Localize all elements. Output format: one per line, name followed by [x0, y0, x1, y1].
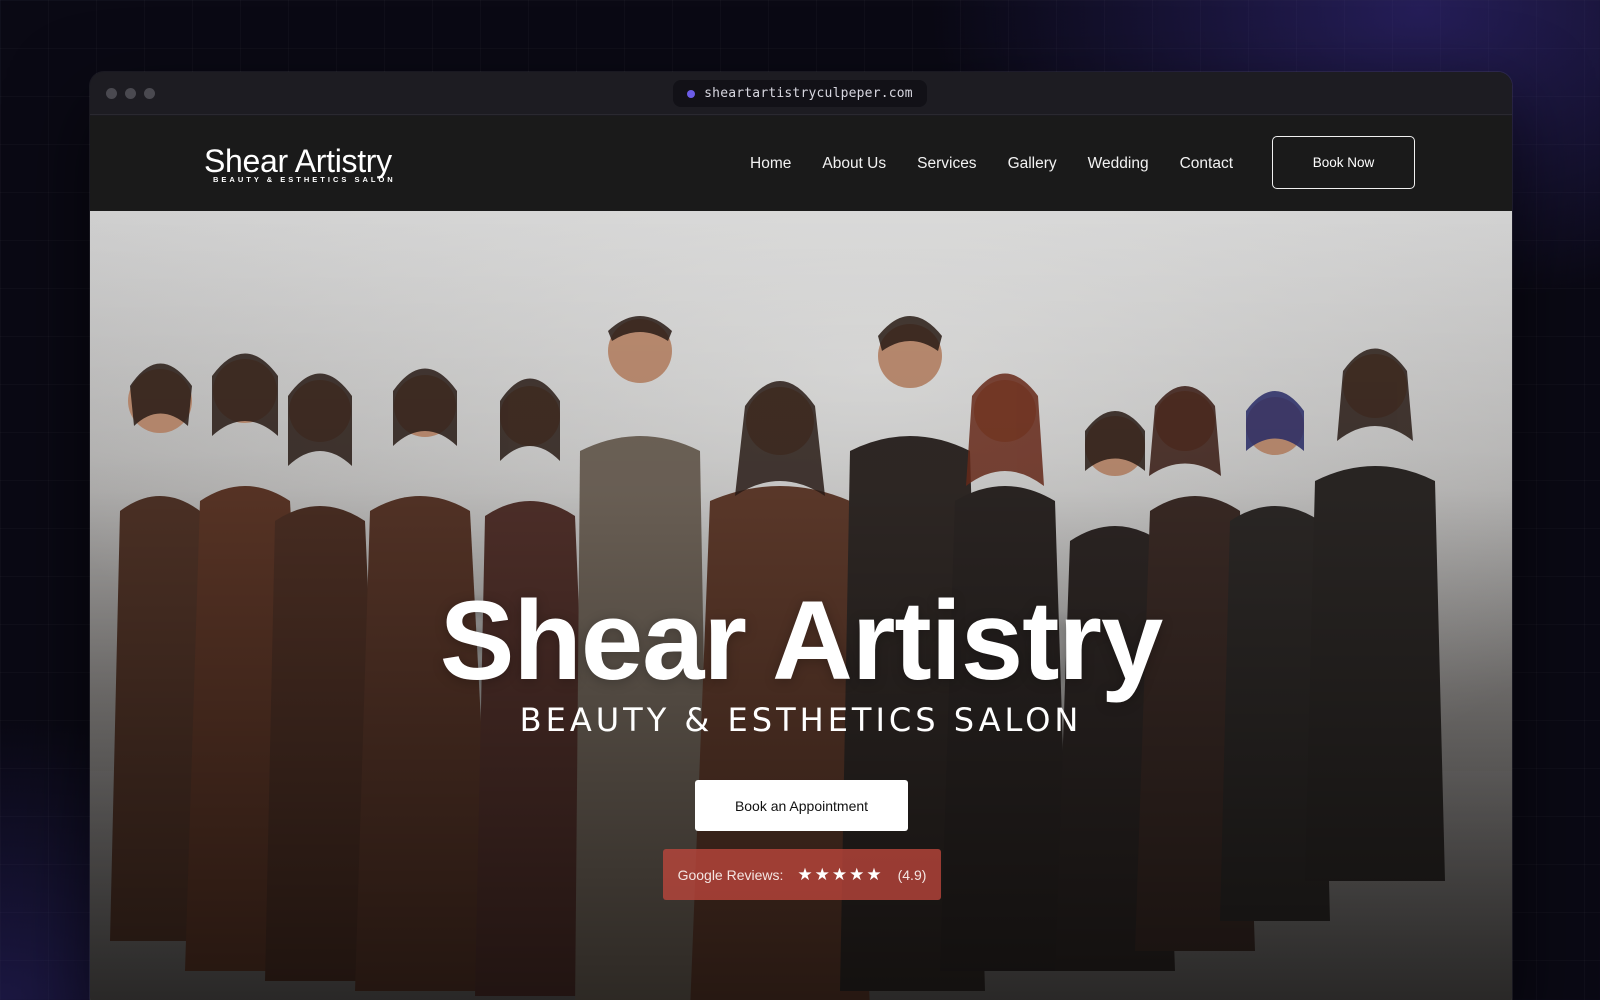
- hero-subtitle: BEAUTY & ESTHETICS SALON: [519, 701, 1083, 739]
- nav-services[interactable]: Services: [917, 155, 976, 173]
- star-rating-icon: ★★★★★: [797, 864, 884, 884]
- hero-title: Shear Artistry: [439, 578, 1164, 703]
- google-reviews-badge[interactable]: Google Reviews: ★★★★★ (4.9): [663, 849, 941, 900]
- minimize-window-dot[interactable]: [125, 88, 136, 99]
- address-bar[interactable]: sheartartistryculpeper.com: [673, 80, 927, 107]
- site-logo[interactable]: Shear Artistry BEAUTY & ESTHETICS SALON: [204, 144, 396, 184]
- book-appointment-button[interactable]: Book an Appointment: [695, 780, 908, 831]
- logo-name: Shear Artistry: [204, 143, 392, 179]
- nav-home[interactable]: Home: [750, 155, 791, 173]
- browser-toolbar: sheartartistryculpeper.com: [90, 72, 1512, 115]
- nav-contact[interactable]: Contact: [1180, 155, 1233, 173]
- site-header: Shear Artistry BEAUTY & ESTHETICS SALON …: [90, 116, 1512, 211]
- main-nav: Home About Us Services Gallery Wedding C…: [750, 116, 1264, 211]
- reviews-label: Google Reviews:: [677, 866, 784, 883]
- nav-gallery[interactable]: Gallery: [1008, 155, 1057, 173]
- window-controls: [106, 88, 155, 99]
- secure-indicator-icon: [687, 89, 696, 98]
- browser-window: sheartartistryculpeper.com Shear Artistr…: [90, 72, 1512, 1000]
- reviews-rating: (4.9): [897, 866, 927, 883]
- close-window-dot[interactable]: [106, 88, 117, 99]
- hero-section: Shear Artistry BEAUTY & ESTHETICS SALON …: [90, 211, 1512, 1000]
- book-now-button[interactable]: Book Now: [1272, 136, 1415, 189]
- url-text: sheartartistryculpeper.com: [704, 86, 913, 101]
- logo-tagline: BEAUTY & ESTHETICS SALON: [213, 175, 396, 184]
- nav-about-us[interactable]: About Us: [822, 155, 886, 173]
- nav-wedding[interactable]: Wedding: [1088, 155, 1149, 173]
- maximize-window-dot[interactable]: [144, 88, 155, 99]
